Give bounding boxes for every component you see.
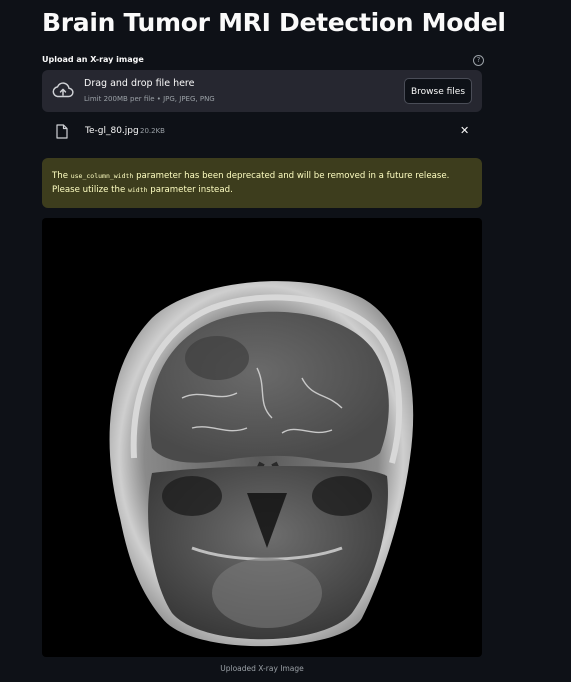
question-circle-icon[interactable]: ? bbox=[473, 55, 484, 66]
file-name: Te-gl_80.jpg bbox=[85, 126, 139, 136]
mri-image bbox=[42, 218, 482, 657]
close-icon[interactable]: ✕ bbox=[460, 124, 469, 137]
image-caption: Uploaded X-ray Image bbox=[220, 664, 304, 673]
file-size: 20.2KB bbox=[140, 127, 165, 135]
file-dropzone[interactable]: Drag and drop file here Limit 200MB per … bbox=[42, 70, 482, 112]
warning-code-2: width bbox=[127, 186, 148, 194]
cloud-upload-icon bbox=[52, 82, 74, 98]
page-title: Brain Tumor MRI Detection Model bbox=[42, 8, 506, 37]
uploaded-file-row: Te-gl_80.jpg 20.2KB ✕ bbox=[42, 120, 482, 144]
warning-text-1: The bbox=[52, 171, 71, 181]
warning-text-3: parameter instead. bbox=[147, 185, 233, 195]
file-icon bbox=[56, 124, 68, 139]
page: Brain Tumor MRI Detection Model Upload a… bbox=[0, 0, 571, 682]
uploader-label: Upload an X-ray image bbox=[42, 55, 144, 64]
browse-files-button[interactable]: Browse files bbox=[404, 78, 472, 104]
mri-scan-illustration bbox=[109, 281, 414, 647]
deprecation-warning: The use_column_width parameter has been … bbox=[42, 158, 482, 208]
dropzone-title: Drag and drop file here bbox=[84, 78, 195, 89]
dropzone-subtitle: Limit 200MB per file • JPG, JPEG, PNG bbox=[84, 95, 215, 103]
warning-code-1: use_column_width bbox=[70, 172, 134, 180]
